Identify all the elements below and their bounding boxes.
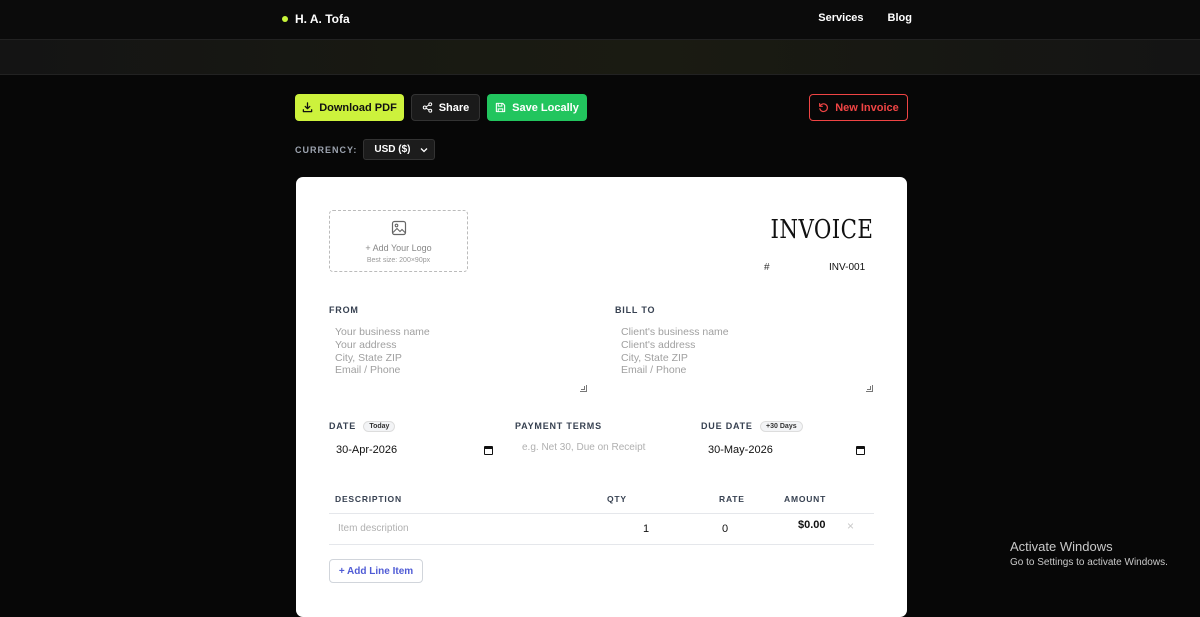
download-pdf-label: Download PDF [319,101,397,114]
item-qty-input[interactable]: 1 [643,523,649,535]
col-description-header: DESCRIPTION [335,494,402,504]
logo-upload-label: + Add Your Logo [365,243,432,253]
item-amount: $0.00 [798,519,826,531]
invoice-title: INVOICE [770,215,873,245]
due-date-label: DUE DATE [701,421,753,431]
bill-to-placeholder-line: Client's address [621,338,696,351]
currency-row: CURRENCY: USD ($) [295,139,436,160]
windows-activation-watermark: Activate Windows Go to Settings to activ… [1010,539,1168,568]
brand[interactable]: H. A. Tofa [282,12,350,26]
calendar-icon[interactable] [484,446,493,455]
remove-item-icon[interactable]: × [847,519,854,533]
col-amount-header: AMOUNT [784,494,827,504]
new-invoice-label: New Invoice [835,101,899,114]
due-date-label-row: DUE DATE +30 Days [701,421,803,432]
today-pill[interactable]: Today [363,421,396,432]
from-placeholder-line: Your address [335,338,397,351]
currency-label: CURRENCY: [295,144,358,155]
top-nav: H. A. Tofa Services Blog [0,0,1200,39]
from-placeholder-line: Email / Phone [335,364,401,377]
invoice-number-input[interactable]: INV-001 [829,262,865,273]
new-invoice-button[interactable]: New Invoice [809,94,908,121]
watermark-subtitle: Go to Settings to activate Windows. [1010,557,1168,568]
plus-30-days-pill[interactable]: +30 Days [760,421,803,432]
col-qty-header: QTY [607,494,627,504]
bill-to-resize-handle[interactable] [866,385,873,392]
nav-link-blog[interactable]: Blog [888,12,912,24]
item-rate-input[interactable]: 0 [722,523,728,535]
nav-link-services[interactable]: Services [818,12,863,24]
logo-upload-hint: Best size: 200×90px [366,257,431,264]
date-label-row: DATE Today [329,421,396,432]
currency-select[interactable]: USD ($) [363,139,436,160]
payment-terms-label: PAYMENT TERMS [515,421,602,431]
share-icon [422,102,432,113]
item-description-input[interactable]: Item description [338,523,409,534]
from-label: FROM [329,305,359,315]
nav-links: Services Blog [818,12,912,24]
bill-to-placeholder-line: Email / Phone [621,364,687,377]
table-header-divider [329,513,874,514]
image-icon [391,220,406,236]
from-placeholder-line: City, State ZIP [335,351,402,364]
date-label: DATE [329,421,357,431]
bill-to-placeholder-line: Client's business name [621,326,729,338]
chevron-down-icon [420,147,428,152]
download-pdf-button[interactable]: Download PDF [295,94,404,121]
col-rate-header: RATE [719,494,745,504]
logo-upload[interactable]: + Add Your Logo Best size: 200×90px [329,210,468,272]
save-icon [495,102,506,113]
currency-value: USD ($) [374,144,411,155]
share-button[interactable]: Share [411,94,480,121]
from-textarea[interactable]: Your business name Your address City, St… [335,326,587,394]
from-placeholder-line: Your business name [335,326,430,338]
bill-to-textarea[interactable]: Client's business name Client's address … [621,326,873,394]
reset-icon [819,103,829,113]
save-locally-button[interactable]: Save Locally [487,94,587,121]
bill-to-label: BILL TO [615,305,656,315]
share-label: Share [438,101,470,114]
table-row-divider [329,544,874,545]
save-locally-label: Save Locally [512,101,579,114]
watermark-title: Activate Windows [1010,539,1113,554]
add-line-item-button[interactable]: + Add Line Item [329,559,423,583]
invoice-card: + Add Your Logo Best size: 200×90px INVO… [296,177,907,617]
download-icon [302,102,313,113]
hero-band [0,39,1200,75]
due-date-input[interactable]: 30-May-2026 [708,444,773,456]
bill-to-placeholder-line: City, State ZIP [621,351,688,364]
calendar-icon[interactable] [856,446,865,455]
date-input[interactable]: 30-Apr-2026 [336,444,397,456]
brand-dot-icon [282,16,288,22]
brand-name: H. A. Tofa [295,12,350,26]
from-resize-handle[interactable] [580,385,587,392]
payment-terms-input[interactable]: e.g. Net 30, Due on Receipt [522,442,645,453]
invoice-number-label: # [764,262,770,273]
